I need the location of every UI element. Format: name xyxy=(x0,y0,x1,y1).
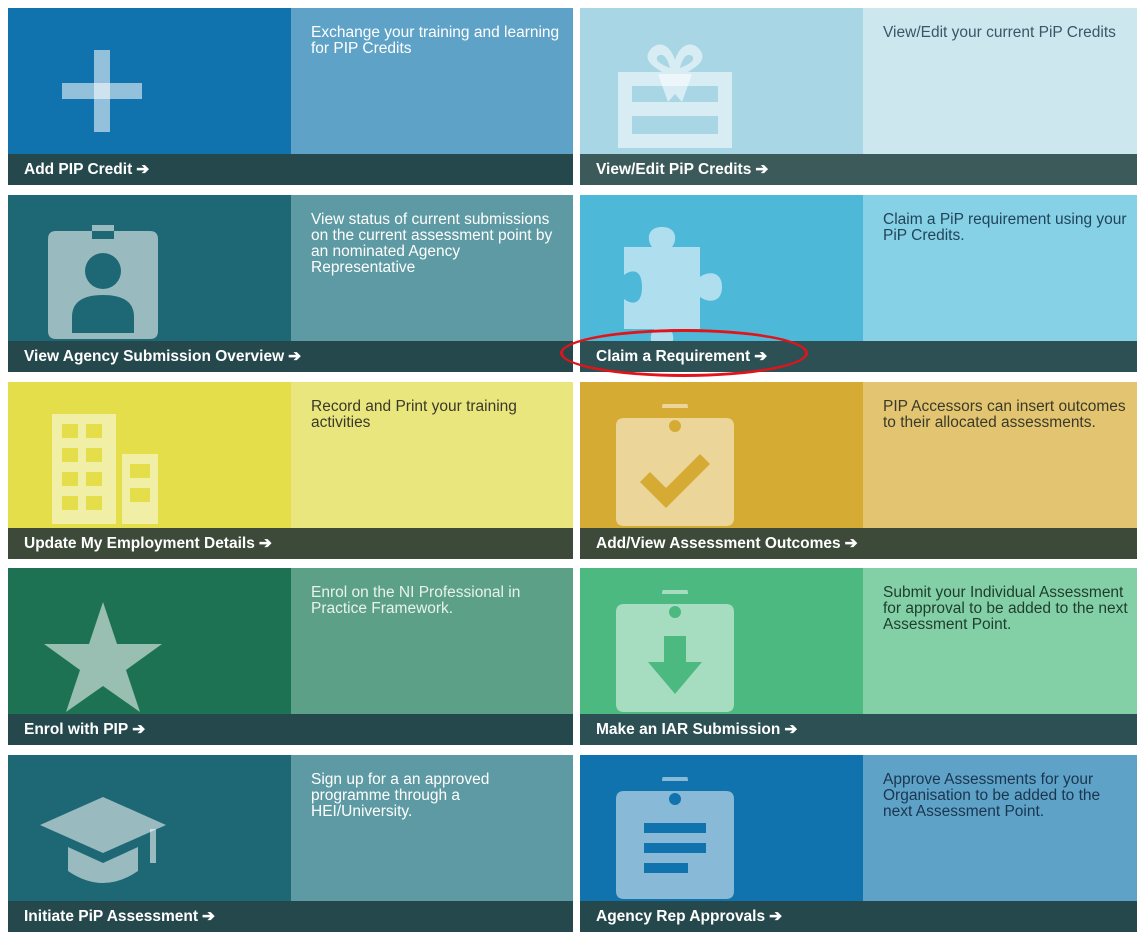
clipboard-download-icon xyxy=(610,590,740,715)
tile-claim-a-requirement[interactable]: Claim a PiP requirement using your PiP C… xyxy=(580,195,1137,372)
tile-description: Approve Assessments for your Organisatio… xyxy=(883,771,1101,820)
tile-initiate-pip-assessment[interactable]: Sign up for a an approved programme thro… xyxy=(8,755,573,932)
tile-description: Record and Print your training activitie… xyxy=(311,398,517,431)
tile-link-claim-a-requirement[interactable]: Claim a Requirement ➔ xyxy=(596,341,767,372)
tile-update-my-employment-details[interactable]: Record and Print your training activitie… xyxy=(8,382,573,559)
arrow-right-icon: ➔ xyxy=(755,161,769,178)
tile-description: Exchange your training and learning for … xyxy=(311,24,560,57)
tile-link-agency-rep-approvals[interactable]: Agency Rep Approvals ➔ xyxy=(596,901,782,932)
tile-agency-rep-approvals[interactable]: Approve Assessments for your Organisatio… xyxy=(580,755,1137,932)
arrow-right-icon: ➔ xyxy=(132,721,146,738)
tile-description: View status of current submissions on th… xyxy=(311,211,553,276)
tile-label[interactable]: View/Edit PiP Credits xyxy=(596,161,751,178)
id-badge-icon xyxy=(38,217,168,342)
tile-label[interactable]: Enrol with PIP xyxy=(24,721,128,738)
tile-add-view-assessment-outcomes[interactable]: PIP Accessors can insert outcomes to the… xyxy=(580,382,1137,559)
tile-description: Claim a PiP requirement using your PiP C… xyxy=(883,211,1127,244)
tile-description: Enrol on the NI Professional in Practice… xyxy=(311,584,521,617)
building-icon xyxy=(38,404,168,529)
tile-label[interactable]: Agency Rep Approvals xyxy=(596,908,765,925)
puzzle-piece-icon xyxy=(610,217,740,342)
tile-link-make-an-iar-submission[interactable]: Make an IAR Submission ➔ xyxy=(596,714,797,745)
star-icon xyxy=(38,590,168,715)
tile-description: PIP Accessors can insert outcomes to the… xyxy=(883,398,1126,431)
tile-label[interactable]: Initiate PiP Assessment xyxy=(24,908,198,925)
tile-view-agency-submission-overview[interactable]: View status of current submissions on th… xyxy=(8,195,573,372)
arrow-right-icon: ➔ xyxy=(202,908,216,925)
tile-view-edit-pip-credits[interactable]: View/Edit your current PiP Credits View/… xyxy=(580,8,1137,185)
tile-link-view-edit-pip-credits[interactable]: View/Edit PiP Credits ➔ xyxy=(596,154,768,185)
tile-link-update-my-employment-details[interactable]: Update My Employment Details ➔ xyxy=(24,528,272,559)
tile-label[interactable]: Add PIP Credit xyxy=(24,161,132,178)
arrow-right-icon: ➔ xyxy=(288,348,302,365)
tile-enrol-with-pip[interactable]: Enrol on the NI Professional in Practice… xyxy=(8,568,573,745)
tile-add-pip-credit[interactable]: Exchange your training and learning for … xyxy=(8,8,573,185)
tile-label[interactable]: Make an IAR Submission xyxy=(596,721,780,738)
tile-link-add-pip-credit[interactable]: Add PIP Credit ➔ xyxy=(24,154,149,185)
tile-description: Submit your Individual Assessment for ap… xyxy=(883,584,1128,633)
clipboard-check-icon xyxy=(610,404,740,529)
tile-label[interactable]: Add/View Assessment Outcomes xyxy=(596,535,841,552)
arrow-right-icon: ➔ xyxy=(136,161,150,178)
arrow-right-icon: ➔ xyxy=(258,535,272,552)
tile-label[interactable]: Update My Employment Details xyxy=(24,535,255,552)
arrow-right-icon: ➔ xyxy=(754,348,768,365)
arrow-right-icon: ➔ xyxy=(769,908,783,925)
tile-label[interactable]: View Agency Submission Overview xyxy=(24,348,284,365)
arrow-right-icon: ➔ xyxy=(784,721,798,738)
tile-link-initiate-pip-assessment[interactable]: Initiate PiP Assessment ➔ xyxy=(24,901,215,932)
tile-description: View/Edit your current PiP Credits xyxy=(883,24,1116,41)
tile-link-enrol-with-pip[interactable]: Enrol with PIP ➔ xyxy=(24,714,145,745)
arrow-right-icon: ➔ xyxy=(844,535,858,552)
graduation-cap-icon xyxy=(38,777,168,902)
tile-label[interactable]: Claim a Requirement xyxy=(596,348,750,365)
plus-icon xyxy=(38,30,168,155)
tile-link-view-agency-submission-overview[interactable]: View Agency Submission Overview ➔ xyxy=(24,341,301,372)
tile-make-an-iar-submission[interactable]: Submit your Individual Assessment for ap… xyxy=(580,568,1137,745)
tile-description: Sign up for a an approved programme thro… xyxy=(311,771,490,820)
tile-link-add-view-assessment-outcomes[interactable]: Add/View Assessment Outcomes ➔ xyxy=(596,528,858,559)
gift-card-icon xyxy=(610,30,740,155)
clipboard-list-icon xyxy=(610,777,740,902)
